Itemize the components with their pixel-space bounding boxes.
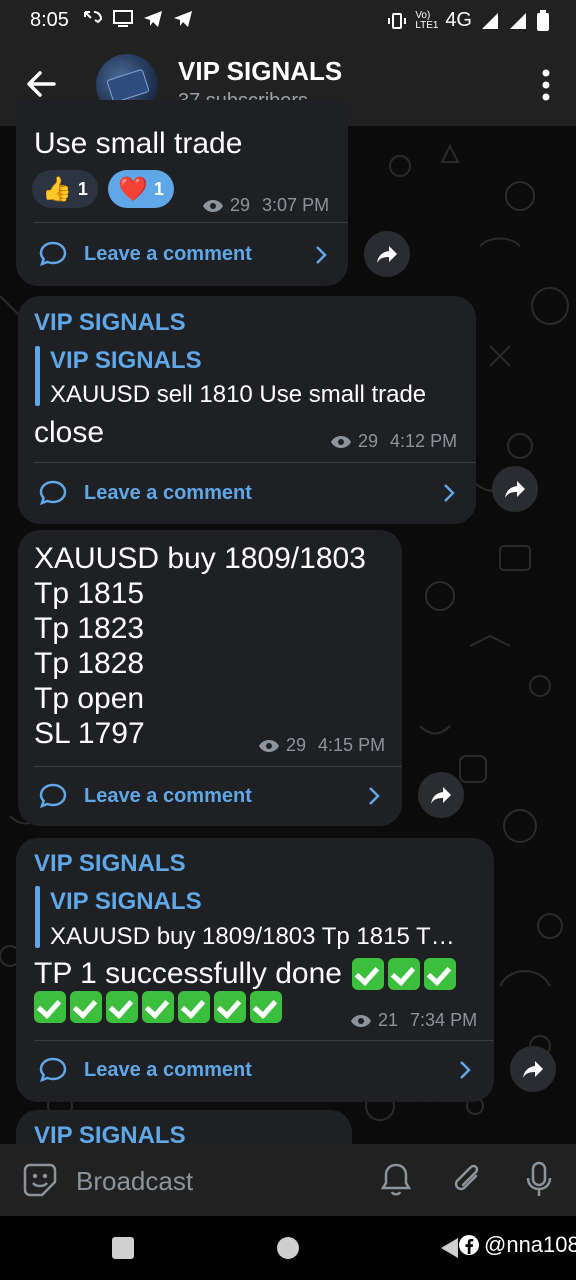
home-button[interactable] (277, 1237, 299, 1259)
message-text: Use small trade (34, 127, 243, 160)
share-button[interactable] (418, 772, 464, 818)
sender-name: VIP SIGNALS (34, 850, 186, 877)
divider (34, 222, 348, 223)
reply-bar (35, 886, 40, 948)
message-time: 4:15 PM (318, 735, 386, 755)
notification-bell-icon[interactable] (380, 1162, 412, 1198)
signal-icon (510, 12, 526, 29)
check-mark-emoji-icon (351, 957, 460, 990)
comment-icon (39, 1057, 67, 1083)
back-arrow-icon[interactable] (24, 66, 60, 102)
missed-call-icon (84, 11, 103, 24)
chevron-right-icon (460, 1061, 471, 1079)
status-time: 8:05 (30, 9, 69, 31)
view-count: 29 (230, 195, 251, 215)
leave-comment-button[interactable]: Leave a comment (38, 782, 252, 810)
emoji-sticker-icon[interactable] (22, 1162, 58, 1198)
telegram-icon (144, 11, 162, 27)
view-count: 29 (286, 735, 307, 755)
message-time: 4:12 PM (390, 431, 458, 451)
cast-icon (113, 10, 133, 27)
eye-icon (331, 435, 351, 448)
heart-icon: ❤️ (118, 175, 148, 203)
comment-icon (39, 783, 67, 809)
leave-comment-button[interactable]: Leave a comment (38, 1056, 252, 1084)
attach-paperclip-icon[interactable] (452, 1162, 484, 1198)
message-text: close (34, 416, 105, 449)
reaction-count: 1 (153, 178, 164, 199)
share-arrow-icon (431, 787, 451, 804)
eye-icon (351, 1014, 371, 1027)
channel-title[interactable]: VIP SIGNALS (178, 56, 342, 87)
reaction-thumbs-up[interactable]: 👍 1 (32, 170, 98, 208)
message-text: TP 1 successfully done (34, 957, 342, 990)
signal-icon (482, 12, 498, 29)
broadcast-input-bar: Broadcast (0, 1144, 576, 1216)
back-triangle-icon[interactable] (438, 1236, 460, 1260)
watermark-text: @nna108 (484, 1232, 576, 1257)
eye-icon (259, 739, 279, 752)
share-arrow-icon (505, 481, 525, 498)
message-bubble[interactable]: VIP SIGNALS (16, 1110, 352, 1144)
microphone-icon[interactable] (524, 1160, 554, 1200)
telegram-icon (174, 11, 192, 27)
status-bar: 8:05 Vo) LTE1 4G (0, 0, 576, 42)
broadcast-input[interactable]: Broadcast (76, 1166, 193, 1197)
reply-preview[interactable]: XAUUSD buy 1809/1803 Tp 1815 T… (50, 923, 455, 951)
vibrate-icon (388, 12, 407, 29)
reply-bar (35, 346, 40, 406)
comment-icon (39, 480, 67, 506)
message-meta: 29 4:15 PM (258, 735, 385, 756)
leave-comment-button[interactable]: Leave a comment (38, 240, 252, 268)
share-button[interactable] (364, 231, 410, 277)
comment-label: Leave a comment (84, 1058, 252, 1081)
reply-sender[interactable]: VIP SIGNALS (50, 347, 202, 375)
divider (34, 462, 476, 463)
message-meta: 29 4:12 PM (330, 431, 457, 452)
watermark: @nna108 (458, 1232, 576, 1258)
share-button[interactable] (492, 466, 538, 512)
volte-label: Vo) LTE1 (415, 9, 439, 31)
view-count: 21 (378, 1010, 399, 1030)
network-label: 4G (445, 9, 472, 31)
divider (34, 1040, 494, 1041)
message-meta: 21 7:34 PM (350, 1010, 477, 1031)
status-left-icons (82, 8, 194, 30)
status-right-icons: Vo) LTE1 4G (387, 9, 550, 32)
sender-name: VIP SIGNALS (34, 1122, 186, 1144)
comment-label: Leave a comment (84, 242, 252, 265)
reaction-heart[interactable]: ❤️ 1 (108, 170, 174, 208)
chevron-right-icon (369, 787, 380, 805)
comment-label: Leave a comment (84, 481, 252, 504)
sender-name: VIP SIGNALS (34, 309, 186, 336)
reaction-count: 1 (77, 178, 88, 199)
divider (34, 766, 402, 767)
message-text-row: TP 1 successfully done (34, 956, 460, 991)
view-count: 29 (358, 431, 379, 451)
check-mark-emoji-icon (34, 991, 286, 1023)
facebook-icon (459, 1235, 479, 1255)
share-arrow-icon (377, 246, 397, 263)
comment-icon (39, 241, 67, 267)
share-button[interactable] (510, 1046, 556, 1092)
chevron-right-icon (316, 246, 327, 264)
comment-label: Leave a comment (84, 784, 252, 807)
reply-sender[interactable]: VIP SIGNALS (50, 888, 202, 916)
message-text: XAUUSD buy 1809/1803 Tp 1815 Tp 1823 Tp … (34, 542, 366, 750)
leave-comment-button[interactable]: Leave a comment (38, 479, 252, 507)
message-time: 3:07 PM (262, 195, 330, 215)
eye-icon (203, 199, 223, 212)
recent-apps-button[interactable] (112, 1237, 134, 1259)
chevron-right-icon (444, 484, 455, 502)
reply-preview[interactable]: XAUUSD sell 1810 Use small trade (50, 381, 426, 409)
thumbs-up-icon: 👍 (42, 175, 72, 203)
message-meta: 29 3:07 PM (202, 195, 329, 216)
check-mark-emoji-row (34, 991, 286, 1023)
message-time: 7:34 PM (410, 1010, 478, 1030)
battery-icon (537, 9, 549, 31)
share-arrow-icon (523, 1061, 543, 1078)
more-vertical-icon[interactable] (540, 68, 552, 102)
